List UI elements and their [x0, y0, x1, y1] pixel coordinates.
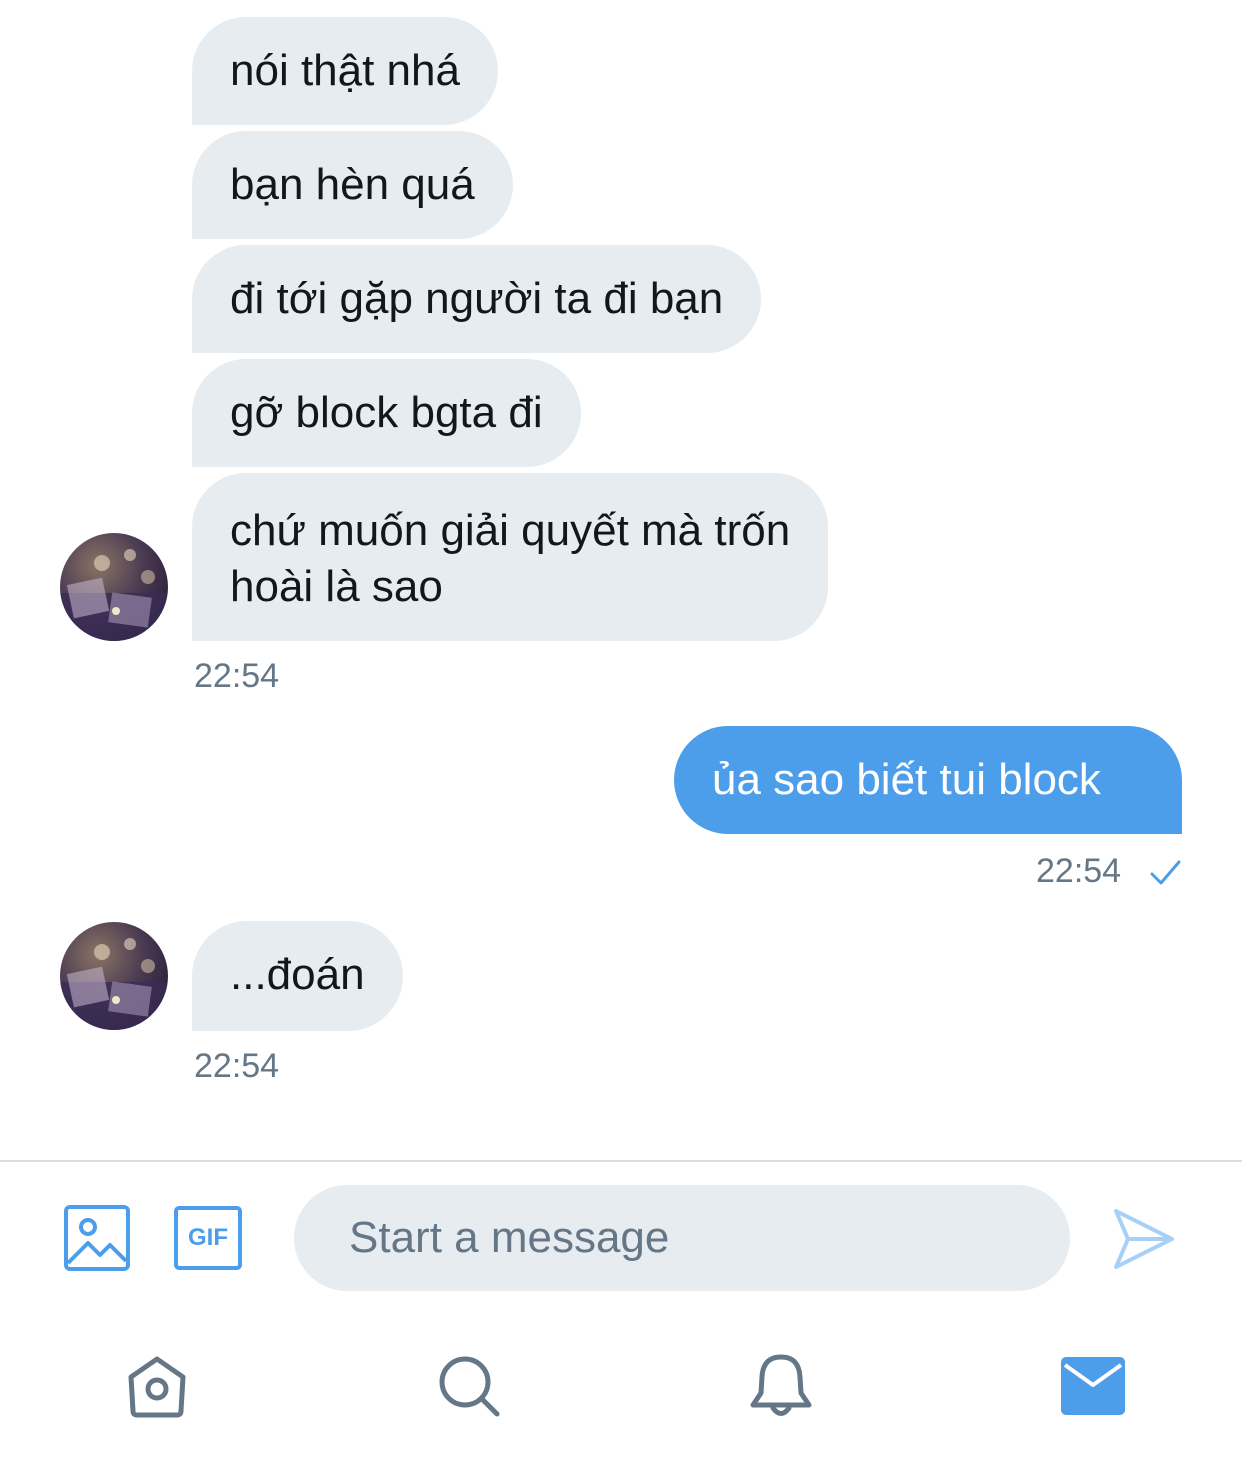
message-timestamp: 22:54 [1036, 852, 1122, 890]
search-icon[interactable] [437, 1354, 501, 1418]
message-timestamp: 22:54 [194, 1047, 280, 1085]
message-bubble-outgoing[interactable]: ủa sao biết tui block [674, 726, 1182, 834]
message-text: chứ muốn giải quyết mà trốn [230, 506, 791, 555]
message-bubble-incoming[interactable]: nói thật nhá [192, 17, 498, 125]
message-input[interactable] [294, 1185, 1070, 1291]
message-bubble-incoming[interactable]: đi tới gặp người ta đi bạn [192, 245, 762, 353]
composer-divider [0, 1160, 1242, 1162]
avatar-image [60, 549, 168, 641]
message-text: ủa sao biết tui block [712, 755, 1101, 804]
message-text: ...đoán [230, 950, 365, 999]
image-icon[interactable] [64, 1205, 130, 1271]
message-text: đi tới gặp người ta đi bạn [230, 274, 724, 323]
send-icon[interactable] [1112, 1207, 1176, 1271]
message-bubble-incoming[interactable]: gỡ block bgta đi [192, 359, 581, 467]
message-timestamp: 22:54 [194, 657, 280, 695]
message-bubble-incoming[interactable]: ...đoán [192, 921, 403, 1031]
message-text: bạn hèn quá [230, 160, 475, 209]
home-icon[interactable] [123, 1355, 191, 1419]
avatar-image [60, 938, 168, 1030]
message-text: nói thật nhá [230, 46, 460, 95]
gif-label: GIF [188, 1224, 228, 1251]
message-text: gỡ block bgta đi [230, 388, 543, 437]
gif-button[interactable]: GIF [174, 1206, 242, 1270]
avatar[interactable] [60, 533, 168, 641]
checkmark-icon [1150, 860, 1181, 885]
message-bubble-incoming[interactable]: chứ muốn giải quyết mà trốn hoài là sao [192, 473, 829, 641]
message-bubble-incoming[interactable]: bạn hèn quá [192, 131, 513, 239]
bell-icon[interactable] [749, 1353, 813, 1419]
mail-icon[interactable] [1061, 1357, 1125, 1415]
message-text-line-2: hoài là sao [230, 562, 443, 611]
avatar[interactable] [60, 922, 168, 1030]
